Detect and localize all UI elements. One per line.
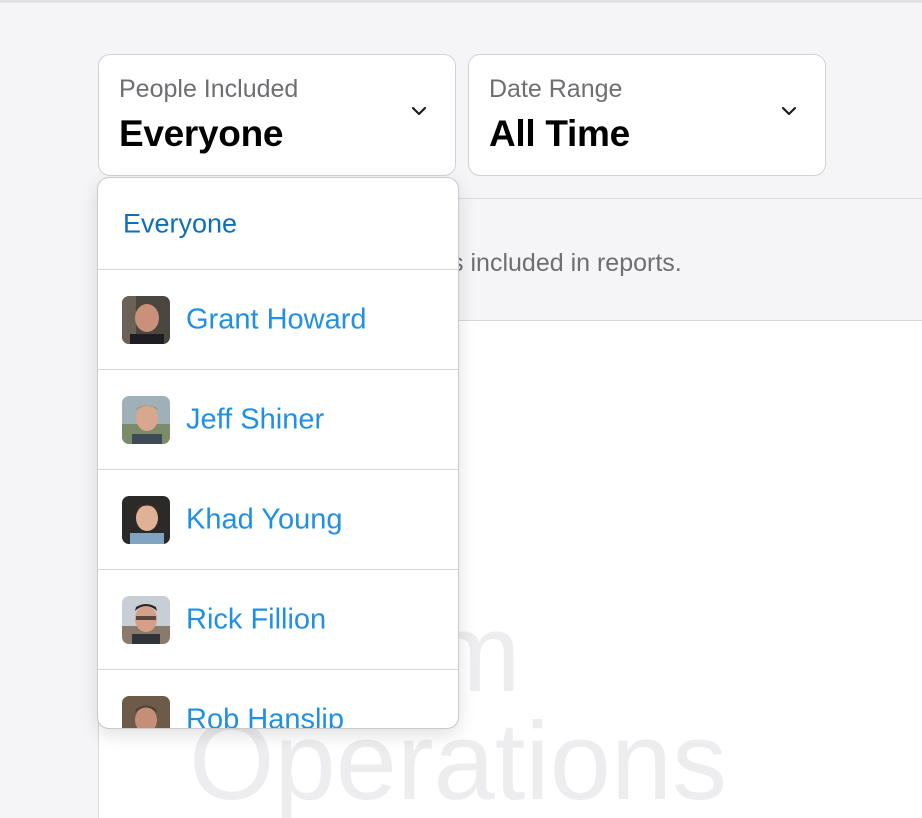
dropdown-option-rick-fillion[interactable]: Rick Fillion bbox=[98, 570, 458, 670]
people-included-label: People Included bbox=[119, 75, 299, 103]
dropdown-option-grant-howard[interactable]: Grant Howard bbox=[98, 270, 458, 370]
date-range-filter[interactable]: Date Range All Time bbox=[468, 54, 826, 176]
avatar bbox=[122, 595, 170, 644]
option-label: Khad Young bbox=[186, 503, 343, 535]
avatar bbox=[122, 395, 170, 444]
option-label: Rob Hanslip bbox=[186, 703, 344, 729]
avatar bbox=[122, 495, 170, 544]
dropdown-option-jeff-shiner[interactable]: Jeff Shiner bbox=[98, 370, 458, 470]
option-label: Everyone bbox=[123, 208, 238, 238]
avatar bbox=[122, 295, 170, 344]
option-label: Rick Fillion bbox=[186, 603, 327, 635]
dropdown-option-everyone[interactable]: Everyone bbox=[98, 178, 458, 270]
date-range-value: All Time bbox=[489, 113, 630, 154]
report-description: t’s included in reports. bbox=[439, 249, 682, 277]
option-label: Jeff Shiner bbox=[186, 403, 325, 435]
chevron-down-icon[interactable] bbox=[781, 105, 797, 117]
avatar bbox=[122, 695, 170, 728]
people-included-value: Everyone bbox=[119, 113, 284, 154]
option-label: Grant Howard bbox=[186, 303, 367, 335]
date-range-label: Date Range bbox=[489, 75, 623, 103]
top-divider bbox=[0, 0, 922, 3]
dropdown-option-rob-hanslip[interactable]: Rob Hanslip bbox=[98, 670, 458, 729]
dropdown-option-khad-young[interactable]: Khad Young bbox=[98, 470, 458, 570]
chevron-down-icon[interactable] bbox=[411, 105, 427, 117]
people-included-filter[interactable]: People Included Everyone bbox=[98, 54, 456, 176]
people-dropdown-menu: Everyone Grant Howard Jeff Shiner Khad Y… bbox=[97, 177, 459, 729]
